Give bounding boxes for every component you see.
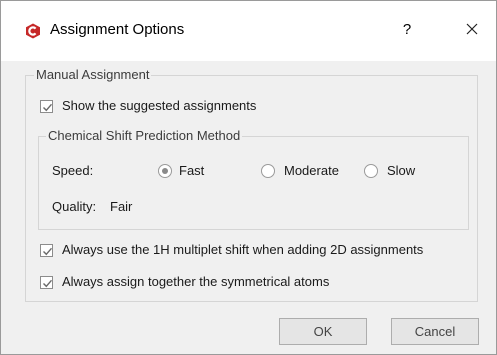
speed-fast-label: Fast (179, 163, 205, 178)
assignment-options-dialog: Assignment Options ? Manual Assignment S… (0, 0, 497, 355)
prediction-method-group (38, 136, 469, 230)
checkmark-icon (43, 247, 53, 256)
speed-fast-radio[interactable] (158, 164, 172, 178)
app-logo-icon (25, 23, 41, 39)
speed-slow-label: Slow (387, 163, 416, 178)
speed-slow-radio[interactable] (364, 164, 378, 178)
checkmark-icon (43, 279, 53, 288)
manual-assignment-legend: Manual Assignment (34, 67, 152, 82)
assign-symmetrical-checkbox[interactable] (40, 276, 53, 289)
use-1h-multiplet-label: Always use the 1H multiplet shift when a… (62, 242, 424, 257)
assign-symmetrical-label: Always assign together the symmetrical a… (62, 274, 330, 289)
help-button[interactable]: ? (393, 17, 421, 43)
close-button[interactable] (458, 17, 486, 43)
speed-moderate-label: Moderate (284, 163, 339, 178)
show-suggested-checkbox[interactable] (40, 100, 53, 113)
show-suggested-label: Show the suggested assignments (62, 98, 257, 113)
speed-label: Speed: (52, 163, 94, 178)
close-icon (466, 23, 478, 35)
prediction-method-legend: Chemical Shift Prediction Method (46, 128, 243, 143)
use-1h-multiplet-checkbox[interactable] (40, 244, 53, 257)
quality-value: Fair (110, 199, 133, 214)
checkmark-icon (43, 103, 53, 112)
cancel-button[interactable]: Cancel (391, 318, 479, 345)
dialog-title: Assignment Options (50, 21, 185, 38)
speed-moderate-radio[interactable] (261, 164, 275, 178)
ok-button[interactable]: OK (279, 318, 367, 345)
quality-label: Quality: (52, 199, 97, 214)
radio-selected-dot (162, 168, 168, 174)
title-bar: Assignment Options ? (1, 1, 496, 61)
